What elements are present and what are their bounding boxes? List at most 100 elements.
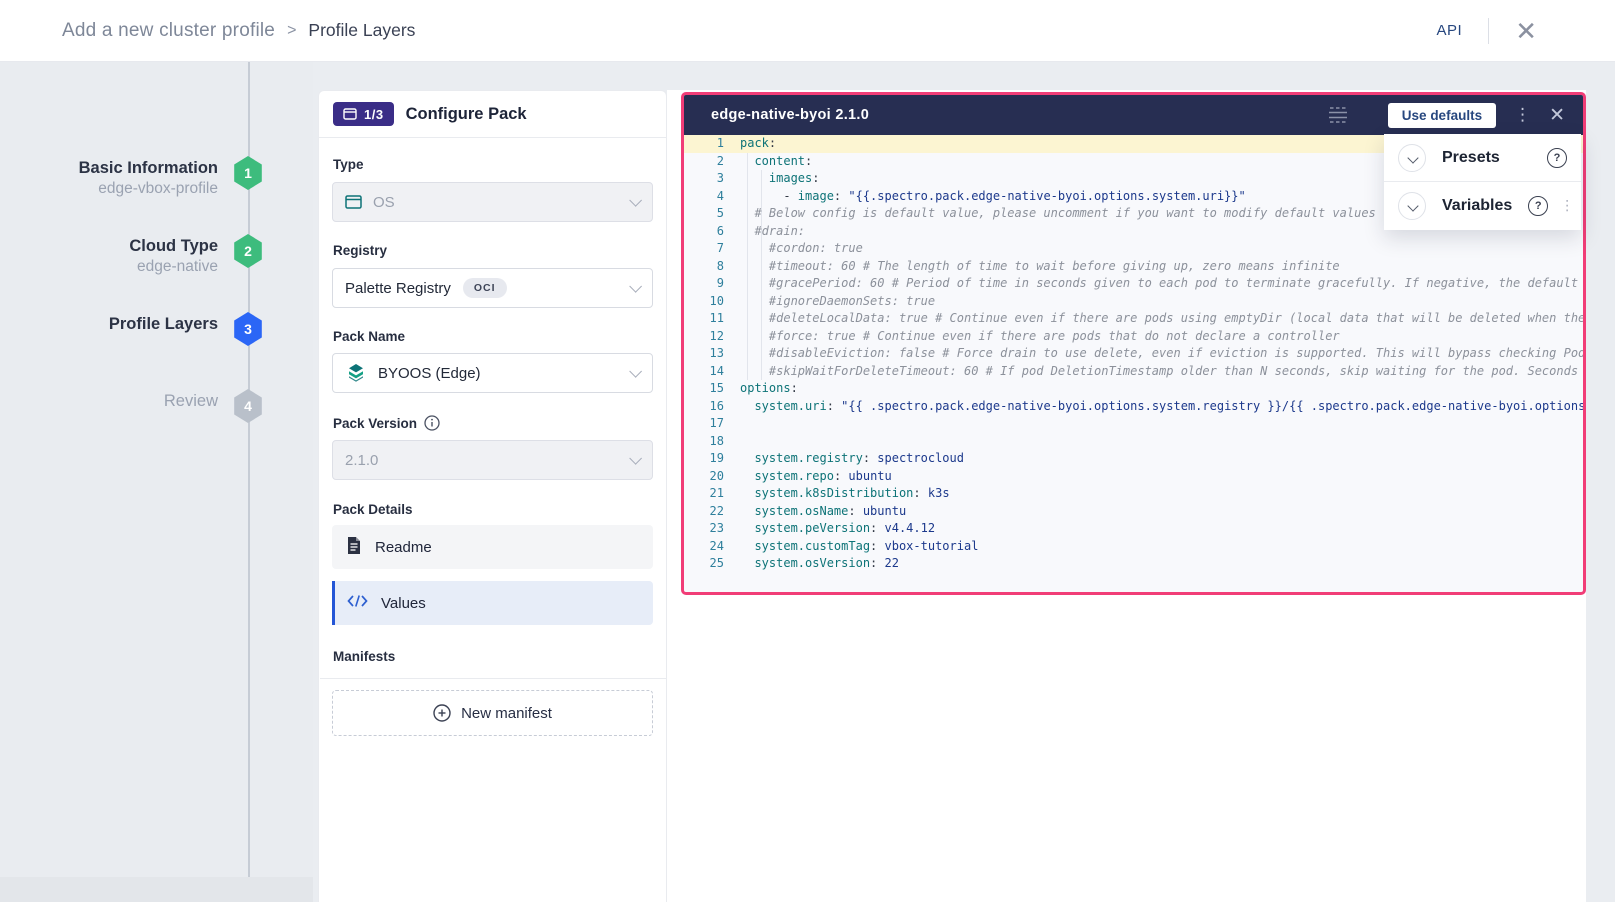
editor-kebab-menu-icon[interactable]: ⋮ (1514, 107, 1531, 124)
code-line: 19 system.registry: spectrocloud (684, 450, 1583, 468)
pack-detail-label: Values (381, 595, 426, 612)
line-number: 11 (684, 310, 724, 328)
code-line: 9 #gracePeriod: 60 # Period of time in s… (684, 275, 1583, 293)
chevron-down-circle-icon[interactable] (1398, 192, 1426, 220)
line-number: 8 (684, 258, 724, 276)
kebab-menu-icon[interactable]: ⋮ (1560, 203, 1574, 210)
step-title: Cloud Type (18, 236, 218, 256)
byoos-pack-icon (345, 362, 367, 384)
layers-badge-icon (343, 108, 357, 120)
presets-variables-panel: Presets ? ⋮ Variables ? ⋮ (1384, 134, 1581, 230)
pack-name-select[interactable]: BYOOS (Edge) (332, 353, 653, 393)
line-number: 2 (684, 153, 724, 171)
line-number: 1 (684, 135, 724, 153)
line-number: 14 (684, 363, 724, 381)
pack-name-value: BYOOS (Edge) (378, 365, 481, 382)
step-title: Review (18, 391, 218, 411)
pack-version-select[interactable]: 2.1.0 (332, 440, 653, 480)
pack-detail-values[interactable]: Values (332, 581, 653, 625)
pack-details-label: Pack Details (333, 502, 413, 517)
side-panel-label: Presets (1442, 149, 1500, 167)
line-number: 19 (684, 450, 724, 468)
chevron-down-icon (629, 452, 642, 465)
code-line: 23 system.peVersion: v4.4.12 (684, 520, 1583, 538)
step-number-hexagon: 2 (233, 234, 263, 268)
side-panel-row-variables[interactable]: Variables ? ⋮ (1384, 182, 1581, 230)
chevron-down-icon (629, 194, 642, 207)
code-line: 15options: (684, 380, 1583, 398)
plus-circle-icon (433, 704, 451, 722)
step-title: Profile Layers (18, 314, 218, 334)
editor-header: edge-native-byoi 2.1.0 Use defaults ⋮ ✕ (684, 95, 1583, 135)
line-number: 21 (684, 485, 724, 503)
registry-select[interactable]: Palette Registry OCI (332, 268, 653, 308)
pack-name-label: Pack Name (333, 329, 405, 344)
step-number-hexagon: 3 (233, 312, 263, 346)
pack-step-badge: 1/3 (333, 102, 394, 126)
code-line: 10 #ignoreDaemonSets: true (684, 293, 1583, 311)
registry-value: Palette Registry (345, 280, 451, 297)
registry-label: Registry (333, 243, 387, 258)
diff-view-icon[interactable] (1328, 107, 1348, 123)
code-line: 24 system.customTag: vbox-tutorial (684, 538, 1583, 556)
line-number: 25 (684, 555, 724, 573)
line-number: 23 (684, 520, 724, 538)
help-icon[interactable]: ? (1547, 148, 1567, 168)
step-subtitle: edge-native (18, 256, 218, 278)
line-number: 6 (684, 223, 724, 241)
code-line: 16 system.uri: "{{ .spectro.pack.edge-na… (684, 398, 1583, 416)
line-number: 17 (684, 415, 724, 433)
step-number-hexagon: 1 (233, 156, 263, 190)
pack-version-label: Pack Version (333, 415, 440, 431)
line-number: 20 (684, 468, 724, 486)
editor-close-icon[interactable]: ✕ (1549, 106, 1565, 125)
manifests-label: Manifests (333, 649, 395, 664)
step-subtitle: edge-vbox-profile (18, 178, 218, 200)
breadcrumb-parent-link[interactable]: Add a new cluster profile (62, 20, 275, 42)
type-value: OS (373, 194, 395, 211)
breadcrumb-separator: > (287, 22, 296, 40)
new-manifest-button[interactable]: New manifest (332, 690, 653, 736)
type-label: Type (333, 157, 364, 172)
use-defaults-button[interactable]: Use defaults (1388, 103, 1496, 128)
help-icon[interactable]: ? (1528, 196, 1548, 216)
api-link[interactable]: API (1437, 22, 1463, 39)
line-number: 9 (684, 275, 724, 293)
line-number: 7 (684, 240, 724, 258)
side-panel-row-presets[interactable]: Presets ? ⋮ (1384, 134, 1581, 182)
stepper-bottom-strip (0, 877, 313, 902)
type-select[interactable]: OS (332, 182, 653, 222)
code-line: 25 system.osVersion: 22 (684, 555, 1583, 573)
configure-pack-title: Configure Pack (406, 105, 527, 124)
code-line: 11 #deleteLocalData: true # Continue eve… (684, 310, 1583, 328)
line-number: 12 (684, 328, 724, 346)
modal-header: Add a new cluster profile > Profile Laye… (0, 0, 1615, 62)
line-number: 13 (684, 345, 724, 363)
code-line: 14 #skipWaitForDeleteTimeout: 60 # If po… (684, 363, 1583, 381)
line-number: 16 (684, 398, 724, 416)
chevron-down-icon (629, 280, 642, 293)
step-title: Basic Information (18, 158, 218, 178)
breadcrumb: Add a new cluster profile > Profile Laye… (62, 20, 415, 42)
info-icon[interactable] (424, 415, 440, 431)
line-number: 10 (684, 293, 724, 311)
code-line: 22 system.osName: ubuntu (684, 503, 1583, 521)
configure-pack-panel: 1/3 Configure Pack Type OS Registry Pale… (318, 90, 667, 902)
line-number: 5 (684, 205, 724, 223)
line-number: 18 (684, 433, 724, 451)
line-number: 24 (684, 538, 724, 556)
chevron-down-circle-icon[interactable] (1398, 144, 1426, 172)
manifests-divider (320, 678, 667, 679)
breadcrumb-current: Profile Layers (308, 20, 415, 41)
pack-detail-readme[interactable]: Readme (332, 525, 653, 569)
modal-close-icon[interactable]: ✕ (1515, 18, 1537, 44)
configure-pack-header: 1/3 Configure Pack (319, 91, 666, 138)
chevron-down-icon (629, 365, 642, 378)
oci-badge: OCI (463, 278, 507, 298)
code-line: 20 system.repo: ubuntu (684, 468, 1583, 486)
os-type-icon (345, 195, 362, 209)
pack-detail-label: Readme (375, 539, 432, 556)
code-line: 7 #cordon: true (684, 240, 1583, 258)
readme-doc-icon (346, 536, 362, 559)
wizard-stepper: Basic Information edge-vbox-profile 1 Cl… (0, 62, 313, 902)
